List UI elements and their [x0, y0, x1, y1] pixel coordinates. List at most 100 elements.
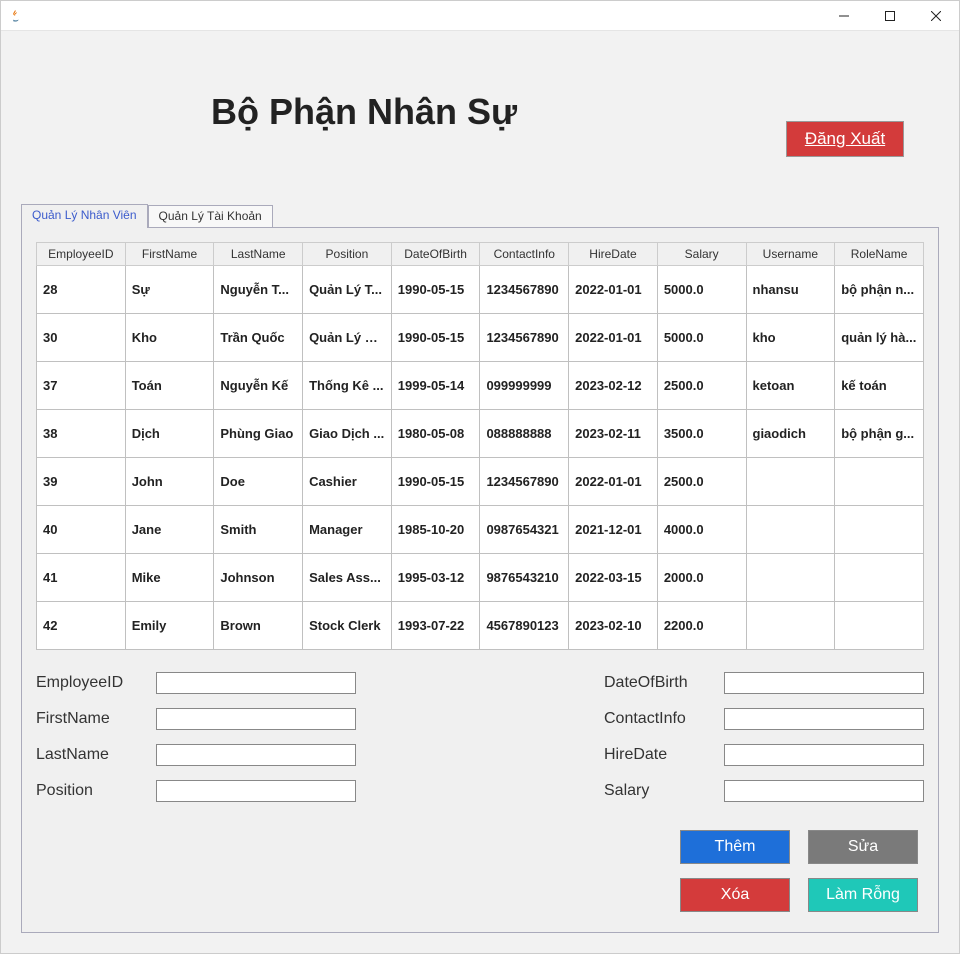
close-button[interactable] [913, 1, 959, 30]
column-header[interactable]: EmployeeID [37, 243, 126, 266]
table-cell: Giao Dịch ... [303, 410, 392, 458]
table-cell: 2500.0 [657, 458, 746, 506]
salary-input[interactable] [724, 780, 924, 802]
table-row[interactable]: 39JohnDoeCashier1990-05-1512345678902022… [37, 458, 924, 506]
table-cell: Manager [303, 506, 392, 554]
table-cell: John [125, 458, 214, 506]
table-cell: Nguyễn T... [214, 266, 303, 314]
table-cell: Emily [125, 602, 214, 650]
table-row[interactable]: 41MikeJohnsonSales Ass...1995-03-1298765… [37, 554, 924, 602]
form-row: DateOfBirth [500, 672, 924, 694]
hiredate-label: HireDate [604, 746, 714, 764]
table-cell: nhansu [746, 266, 835, 314]
table-row[interactable]: 30KhoTrần QuốcQuản Lý K...1990-05-151234… [37, 314, 924, 362]
hiredate-input[interactable] [724, 744, 924, 766]
table-cell [835, 458, 924, 506]
page-title: Bộ Phận Nhân Sự [211, 91, 517, 133]
table-cell: Thống Kê ... [303, 362, 392, 410]
column-header[interactable]: DateOfBirth [391, 243, 480, 266]
table-cell: Johnson [214, 554, 303, 602]
column-header[interactable]: LastName [214, 243, 303, 266]
table-cell: 38 [37, 410, 126, 458]
table-cell: 5000.0 [657, 314, 746, 362]
column-header[interactable]: FirstName [125, 243, 214, 266]
form-column-right: DateOfBirth ContactInfo HireDate Salary [500, 672, 924, 816]
content: Bộ Phận Nhân Sự Đăng Xuất Quản Lý Nhân V… [1, 31, 959, 953]
table-row[interactable]: 37ToánNguyễn KếThống Kê ...1999-05-14099… [37, 362, 924, 410]
clear-button[interactable]: Làm Rỗng [808, 878, 918, 912]
table-cell: 2023-02-12 [569, 362, 658, 410]
table-cell: 2023-02-11 [569, 410, 658, 458]
table-cell: 2500.0 [657, 362, 746, 410]
table-cell: 099999999 [480, 362, 569, 410]
form-row: Salary [500, 780, 924, 802]
table-cell: 1990-05-15 [391, 314, 480, 362]
form-area: EmployeeID FirstName LastName Position Date… [36, 672, 924, 816]
table-cell: 2022-01-01 [569, 266, 658, 314]
table-cell: 1234567890 [480, 458, 569, 506]
delete-button[interactable]: Xóa [680, 878, 790, 912]
lastname-label: LastName [36, 746, 146, 764]
app-window: Bộ Phận Nhân Sự Đăng Xuất Quản Lý Nhân V… [0, 0, 960, 954]
maximize-button[interactable] [867, 1, 913, 30]
table-cell: quản lý hà... [835, 314, 924, 362]
titlebar-left [7, 8, 29, 24]
table-cell: Dịch [125, 410, 214, 458]
table-cell: 30 [37, 314, 126, 362]
dateofbirth-input[interactable] [724, 672, 924, 694]
titlebar-controls [821, 1, 959, 30]
table-cell: 4000.0 [657, 506, 746, 554]
contactinfo-input[interactable] [724, 708, 924, 730]
column-header[interactable]: RoleName [835, 243, 924, 266]
table-cell: 2023-02-10 [569, 602, 658, 650]
column-header[interactable]: HireDate [569, 243, 658, 266]
employeeid-input[interactable] [156, 672, 356, 694]
logout-button[interactable]: Đăng Xuất [786, 121, 904, 157]
form-row: ContactInfo [500, 708, 924, 730]
java-icon [7, 8, 23, 24]
table-row[interactable]: 42EmilyBrownStock Clerk1993-07-224567890… [37, 602, 924, 650]
lastname-input[interactable] [156, 744, 356, 766]
column-header[interactable]: Salary [657, 243, 746, 266]
table-row[interactable]: 28SựNguyễn T...Quản Lý T...1990-05-15123… [37, 266, 924, 314]
table-cell: 4567890123 [480, 602, 569, 650]
table-row[interactable]: 40JaneSmithManager1985-10-20098765432120… [37, 506, 924, 554]
column-header[interactable]: ContactInfo [480, 243, 569, 266]
column-header[interactable]: Position [303, 243, 392, 266]
minimize-button[interactable] [821, 1, 867, 30]
tab-accounts[interactable]: Quản Lý Tài Khoản [148, 205, 273, 227]
edit-button[interactable]: Sửa [808, 830, 918, 864]
table-cell: Brown [214, 602, 303, 650]
firstname-input[interactable] [156, 708, 356, 730]
form-row: FirstName [36, 708, 460, 730]
form-row: LastName [36, 744, 460, 766]
table-cell [746, 602, 835, 650]
position-input[interactable] [156, 780, 356, 802]
table-row[interactable]: 38DịchPhùng GiaoGiao Dịch ...1980-05-080… [37, 410, 924, 458]
table-cell: bộ phận n... [835, 266, 924, 314]
add-button[interactable]: Thêm [680, 830, 790, 864]
table-cell: Jane [125, 506, 214, 554]
table-cell: 1980-05-08 [391, 410, 480, 458]
position-label: Position [36, 782, 146, 800]
salary-label: Salary [604, 782, 714, 800]
table-cell: 9876543210 [480, 554, 569, 602]
table-cell: bộ phận g... [835, 410, 924, 458]
table-cell: Quản Lý K... [303, 314, 392, 362]
table-cell: 42 [37, 602, 126, 650]
form-column-left: EmployeeID FirstName LastName Position [36, 672, 460, 816]
tab-body: EmployeeIDFirstNameLastNamePositionDateO… [21, 227, 939, 933]
employee-table: EmployeeIDFirstNameLastNamePositionDateO… [36, 242, 924, 650]
table-cell: 5000.0 [657, 266, 746, 314]
tab-employees[interactable]: Quản Lý Nhân Viên [21, 204, 148, 228]
table-cell [835, 602, 924, 650]
form-row: EmployeeID [36, 672, 460, 694]
column-header[interactable]: Username [746, 243, 835, 266]
table-cell: ketoan [746, 362, 835, 410]
table-cell [835, 554, 924, 602]
dateofbirth-label: DateOfBirth [604, 674, 714, 692]
firstname-label: FirstName [36, 710, 146, 728]
contactinfo-label: ContactInfo [604, 710, 714, 728]
table-cell: 1993-07-22 [391, 602, 480, 650]
table-cell: Trần Quốc [214, 314, 303, 362]
